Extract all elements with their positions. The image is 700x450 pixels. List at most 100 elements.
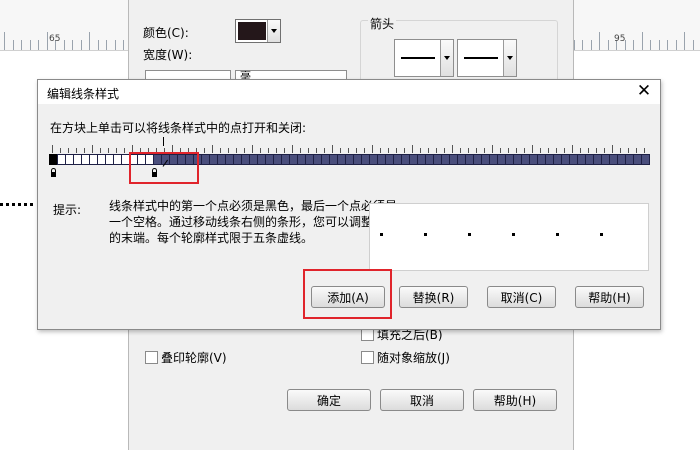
panel-help-button[interactable]: 帮助(H): [473, 389, 557, 411]
pattern-tick: [364, 148, 365, 153]
ruler-tick: [650, 40, 651, 50]
pattern-tick: [332, 145, 333, 153]
ruler-tick: [641, 32, 643, 50]
pattern-tick: [220, 148, 221, 153]
pattern-tick: [612, 145, 613, 153]
hint-text: 线条样式中的第一个点必须是黑色，最后一个点必须是一个空格。通过移动线条右侧的条形…: [109, 199, 398, 245]
ok-button[interactable]: 确定: [287, 389, 371, 411]
pattern-tick: [500, 148, 501, 153]
scale-with-object-label: 随对象缩放(J): [377, 351, 450, 365]
pattern-tick: [556, 148, 557, 153]
pattern-tick: [396, 148, 397, 153]
arrow-line-preview: [401, 57, 435, 59]
pattern-tick: [404, 148, 405, 153]
width-label: 宽度(W):: [143, 48, 193, 62]
instruction-text: 在方块上单击可以将线条样式中的点打开和关闭:: [50, 121, 307, 135]
overprint-label: 叠印轮廓(V): [161, 351, 227, 365]
pattern-tick: [204, 148, 205, 153]
pattern-tick: [428, 148, 429, 153]
ruler-label-95: 95: [614, 34, 626, 44]
pattern-end-handle[interactable]: [163, 137, 164, 146]
dialog-title: 编辑线条样式: [47, 87, 120, 101]
pattern-tick: [92, 145, 93, 153]
ruler-tick: [29, 40, 31, 50]
pattern-tick: [444, 148, 445, 153]
pattern-tick: [468, 148, 469, 153]
ruler-tick: [607, 40, 609, 50]
close-icon[interactable]: ✕: [634, 81, 654, 101]
pattern-tick: [100, 148, 101, 153]
pattern-tick: [452, 145, 453, 153]
pattern-tick: [340, 148, 341, 153]
pattern-tick: [116, 148, 117, 153]
pattern-tick: [284, 148, 285, 153]
color-picker[interactable]: [235, 19, 281, 43]
pattern-tick: [212, 145, 213, 153]
replace-button[interactable]: 替换(R): [399, 286, 468, 308]
chevron-down-icon: [444, 56, 450, 60]
ruler-tick: [80, 40, 82, 50]
pattern-tick: [52, 145, 53, 153]
ruler-tick: [633, 40, 634, 50]
pattern-tick: [540, 148, 541, 153]
pattern-tick: [516, 148, 517, 153]
pattern-tick: [316, 148, 317, 153]
ruler-tick: [582, 40, 583, 50]
end-arrow-dropdown[interactable]: [503, 40, 516, 76]
dialog-titlebar[interactable]: 编辑线条样式 ✕: [38, 80, 660, 104]
ruler-tick: [675, 40, 677, 50]
pattern-end-highlight: [129, 152, 199, 184]
pattern-tick: [356, 148, 357, 153]
pattern-tick: [580, 148, 581, 153]
pattern-tick: [508, 148, 509, 153]
pattern-tick: [324, 148, 325, 153]
pattern-tick: [564, 148, 565, 153]
pattern-cell[interactable]: [641, 154, 650, 165]
start-arrow-dropdown[interactable]: [440, 40, 453, 76]
pattern-tick: [420, 148, 421, 153]
pattern-tick: [84, 148, 85, 153]
pattern-tick: [276, 148, 277, 153]
cancel-button[interactable]: 取消(C): [487, 286, 556, 308]
line-style-preview: [369, 203, 649, 271]
pattern-tick: [572, 145, 573, 153]
ruler-tick: [4, 32, 5, 50]
help-button[interactable]: 帮助(H): [575, 286, 644, 308]
pattern-tick: [436, 148, 437, 153]
ruler-tick: [106, 40, 107, 50]
pattern-tick: [492, 145, 493, 153]
pattern-tick: [244, 148, 245, 153]
ruler-tick: [123, 40, 124, 50]
pattern-tick: [68, 148, 69, 153]
pattern-tick: [604, 148, 605, 153]
pattern-tick: [260, 148, 261, 153]
hint-label: 提示:: [53, 203, 82, 217]
pattern-tick: [412, 145, 413, 153]
ruler-tick: [21, 40, 22, 50]
pattern-tick: [108, 148, 109, 153]
pattern-tick: [628, 148, 629, 153]
arrows-label: 箭头: [368, 15, 397, 32]
pattern-tick: [532, 145, 533, 153]
pattern-tick: [60, 148, 61, 153]
ruler-tick: [667, 40, 668, 50]
arrow-line-preview: [464, 57, 498, 59]
add-button-highlight: [303, 269, 392, 319]
pattern-tick: [476, 148, 477, 153]
ruler-tick: [599, 32, 600, 50]
pattern-tick: [596, 148, 597, 153]
pattern-tick: [380, 148, 381, 153]
lock-icon: [51, 168, 56, 177]
start-arrow-select[interactable]: [394, 39, 454, 77]
panel-cancel-button[interactable]: 取消: [380, 389, 464, 411]
pattern-tick: [268, 148, 269, 153]
end-arrow-select[interactable]: [457, 39, 517, 77]
pattern-tick: [236, 148, 237, 153]
pattern-tick: [644, 148, 645, 153]
pattern-tick: [636, 148, 637, 153]
color-dropdown-arrow[interactable]: [267, 20, 280, 42]
ruler-tick: [38, 40, 39, 50]
overprint-checkbox[interactable]: [145, 351, 158, 364]
scale-with-object-checkbox[interactable]: [361, 351, 374, 364]
ruler-tick: [684, 32, 685, 50]
